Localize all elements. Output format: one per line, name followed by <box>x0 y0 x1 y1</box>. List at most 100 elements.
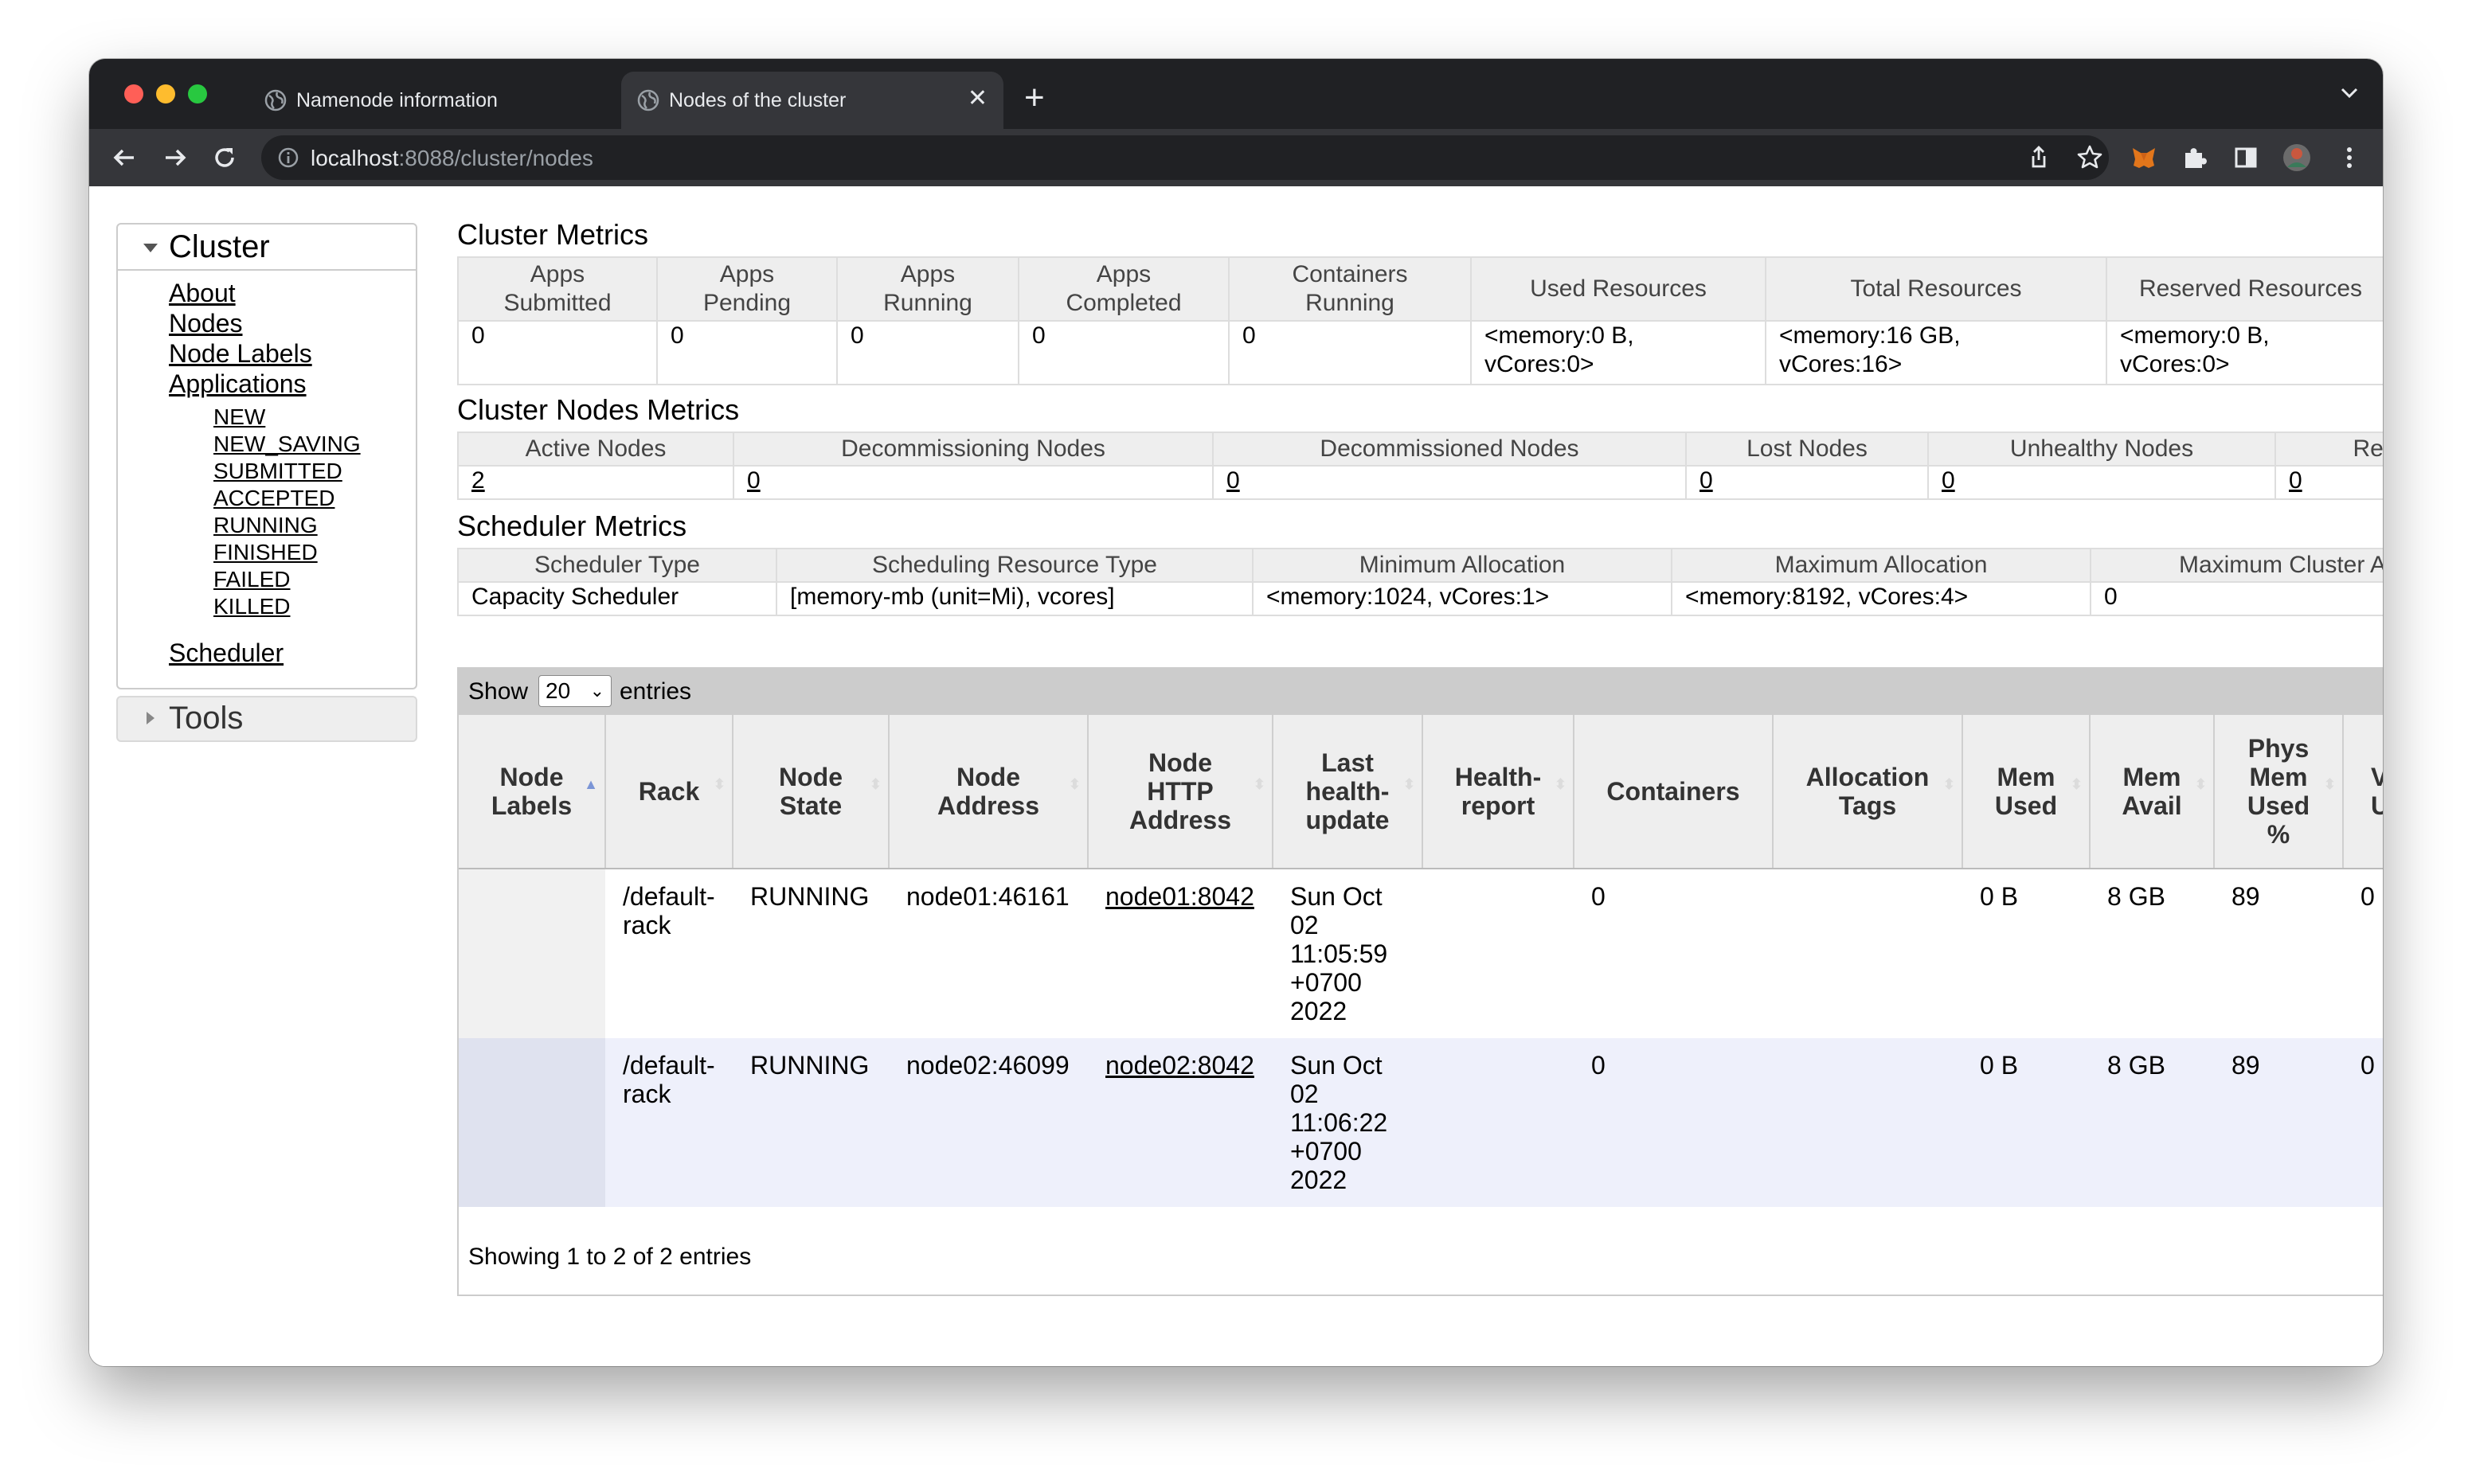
side-panel-icon[interactable] <box>2230 142 2262 174</box>
cell-mem-used: 0 B <box>1962 1038 2090 1207</box>
show-label: Show <box>468 678 529 705</box>
profile-avatar[interactable] <box>2281 142 2313 174</box>
url-text: localhost:8088/cluster/nodes <box>311 146 593 170</box>
lost-nodes-link[interactable]: 0 <box>1699 467 1713 494</box>
sort-icon: ⬍ <box>869 776 882 792</box>
nav-nodes-link[interactable]: Nodes <box>169 309 243 338</box>
cell-containers: 0 <box>1574 1038 1773 1207</box>
app-state-finished-link[interactable]: FINISHED <box>213 540 318 565</box>
sort-icon: ⬍ <box>1554 776 1567 792</box>
minimize-window-button[interactable] <box>156 84 175 103</box>
metric-header: Reserved Resources <box>2106 256 2383 322</box>
cluster-section-header[interactable]: Cluster <box>116 223 417 271</box>
address-bar[interactable]: localhost:8088/cluster/nodes <box>261 135 2109 180</box>
sort-icon: ⬍ <box>2070 776 2083 792</box>
metric-value: 0 <box>1228 321 1471 385</box>
entries-per-page-select[interactable]: 20 ⌄ <box>538 675 612 707</box>
cell-node-labels <box>459 1038 605 1207</box>
metric-header: Apps Submitted <box>457 256 658 322</box>
decommissioning-nodes-link[interactable]: 0 <box>747 467 761 494</box>
tab-search-chevron-icon[interactable] <box>2340 86 2359 100</box>
bookmark-star-icon[interactable] <box>2074 142 2106 174</box>
metric-header: Apps Completed <box>1018 256 1230 322</box>
cluster-metrics-table: Apps Submitted Apps Pending Apps Running Ap… <box>457 256 2383 385</box>
back-arrow-icon[interactable] <box>108 142 140 174</box>
cell-node-labels <box>459 869 605 1038</box>
metric-value: 0 <box>457 321 657 385</box>
column-header-node-address[interactable]: Node Address ⬍ <box>889 715 1089 869</box>
close-window-button[interactable] <box>124 84 143 103</box>
share-icon[interactable] <box>2023 142 2055 174</box>
column-header-node-state[interactable]: Node State ⬍ <box>733 715 890 869</box>
nav-node-labels-link[interactable]: Node Labels <box>169 339 312 369</box>
column-header-node-http-address[interactable]: Node HTTP Address ⬍ <box>1088 715 1273 869</box>
node-http-link[interactable]: node02:8042 <box>1105 1051 1254 1080</box>
extensions-puzzle-icon[interactable] <box>2179 142 2211 174</box>
cell-mem-avail: 8 GB <box>2090 869 2214 1038</box>
close-tab-icon[interactable]: ✕ <box>968 84 988 112</box>
tools-section-header[interactable]: Tools <box>116 696 417 742</box>
app-state-new-saving-link[interactable]: NEW_SAVING <box>213 432 361 457</box>
metric-header: Used Resources <box>1470 256 1766 322</box>
unhealthy-nodes-link[interactable]: 0 <box>1942 467 1955 494</box>
metric-header: Scheduling Resource Type <box>776 548 1254 583</box>
decommissioned-nodes-link[interactable]: 0 <box>1226 467 1240 494</box>
app-state-killed-link[interactable]: KILLED <box>213 594 291 619</box>
metric-header: Decommissioned Nodes <box>1212 432 1687 467</box>
site-info-icon[interactable] <box>277 146 299 169</box>
column-header-mem-avail[interactable]: Mem Avail ⬍ <box>2090 715 2215 869</box>
sort-icon: ⬍ <box>1253 776 1265 792</box>
nav-about-link[interactable]: About <box>169 279 236 308</box>
entries-label: entries <box>620 678 692 705</box>
scheduler-metrics-title: Scheduler Metrics <box>457 510 687 542</box>
metric-header: Maximum Cluster A <box>2090 548 2383 583</box>
reload-icon[interactable] <box>209 142 241 174</box>
rebooted-nodes-link[interactable]: 0 <box>2289 467 2302 494</box>
browser-toolbar: localhost:8088/cluster/nodes <box>89 129 2383 186</box>
nav-scheduler-link[interactable]: Scheduler <box>169 639 284 668</box>
maximize-window-button[interactable] <box>188 84 207 103</box>
metric-value: 0 <box>2090 582 2383 616</box>
cell-mem-used: 0 B <box>1962 869 2090 1038</box>
metric-value: 0 <box>656 321 837 385</box>
page-content: Cluster About Nodes Node Labels Applicat… <box>89 186 2383 1366</box>
column-header-allocation-tags[interactable]: Allocation Tags ⬍ <box>1773 715 1963 869</box>
app-state-accepted-link[interactable]: ACCEPTED <box>213 486 334 511</box>
app-state-new-link[interactable]: NEW <box>213 404 265 430</box>
column-header-vcores-used[interactable]: VU <box>2343 715 2383 869</box>
node-http-link[interactable]: node01:8042 <box>1105 882 1254 911</box>
collapsed-triangle-icon <box>147 712 154 724</box>
cell-node-http-address: node02:8042 <box>1088 1038 1273 1207</box>
expanded-triangle-icon <box>143 244 158 252</box>
app-state-submitted-link[interactable]: SUBMITTED <box>213 459 342 484</box>
cell-node-address: node02:46099 <box>889 1038 1088 1207</box>
metric-header: Scheduler Type <box>457 548 777 583</box>
browser-menu-icon[interactable] <box>2333 142 2365 174</box>
app-state-failed-link[interactable]: FAILED <box>213 567 290 592</box>
column-header-rack[interactable]: Rack ⬍ <box>605 715 733 869</box>
sort-icon: ⬍ <box>2323 776 2336 792</box>
cluster-nodes-metrics-table: Active Nodes Decommissioning Nodes Decom… <box>457 432 2383 500</box>
column-header-health-report[interactable]: Health-report ⬍ <box>1422 715 1574 869</box>
cluster-section-body: About Nodes Node Labels Applications NEW… <box>116 271 417 689</box>
cell-allocation-tags <box>1773 869 1962 1038</box>
forward-arrow-icon[interactable] <box>159 142 191 174</box>
new-tab-button[interactable]: + <box>1024 78 1045 118</box>
metamask-fox-icon[interactable] <box>2128 142 2160 174</box>
column-header-containers[interactable]: Containers <box>1574 715 1774 869</box>
column-header-mem-used[interactable]: Mem Used ⬍ <box>1962 715 2091 869</box>
column-header-phys-mem-used[interactable]: Phys Mem Used% ⬍ <box>2214 715 2344 869</box>
tools-section-label: Tools <box>169 701 244 736</box>
metric-header: Total Resources <box>1765 256 2107 322</box>
app-state-running-link[interactable]: RUNNING <box>213 513 318 538</box>
metric-header: Apps Running <box>836 256 1019 322</box>
column-header-node-labels[interactable]: Node Labels ▲ <box>459 715 606 869</box>
column-header-last-health-update[interactable]: Last health-update ⬍ <box>1273 715 1423 869</box>
sort-ascending-icon: ▲ <box>584 776 598 792</box>
globe-icon <box>637 89 659 111</box>
cell-containers: 0 <box>1574 869 1773 1038</box>
active-nodes-link[interactable]: 2 <box>471 467 485 494</box>
tab-nodes-of-the-cluster[interactable]: Nodes of the cluster ✕ <box>621 72 1003 129</box>
nav-applications-link[interactable]: Applications <box>169 369 307 399</box>
sort-icon: ⬍ <box>1402 776 1415 792</box>
